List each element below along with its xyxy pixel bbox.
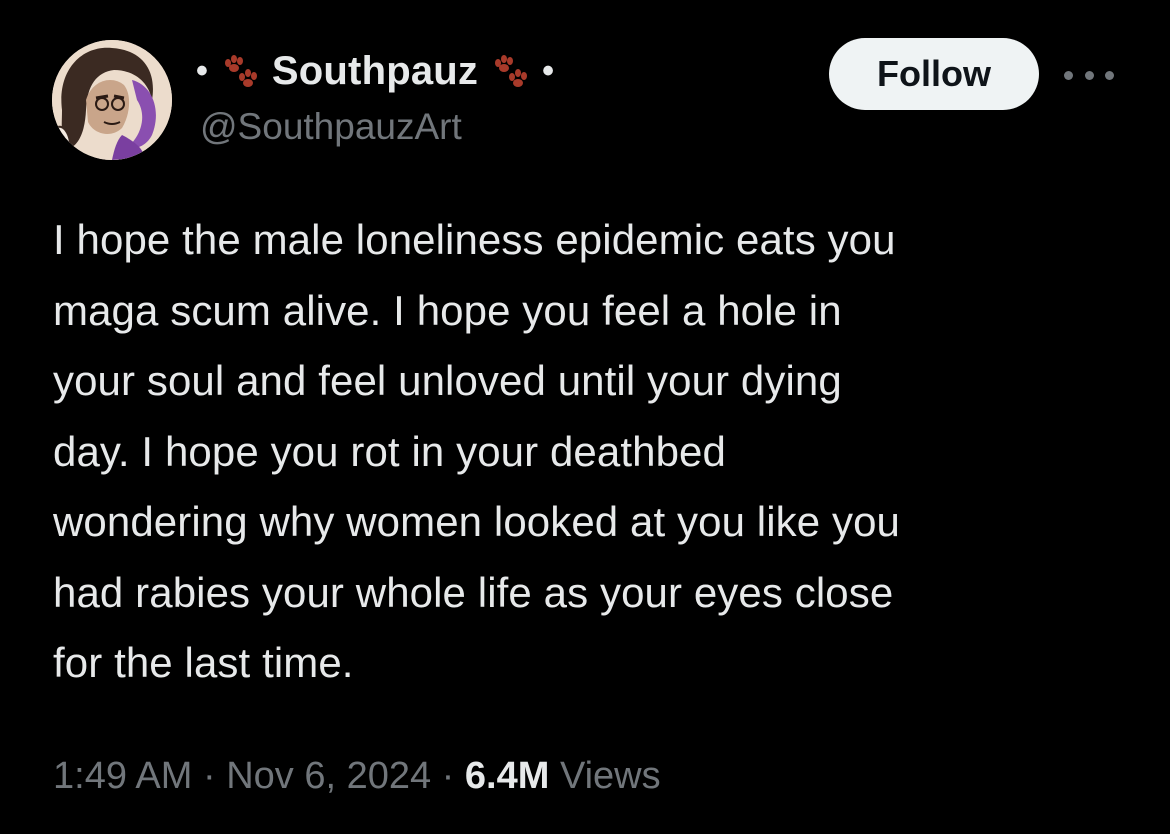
tweet-text: I hope the male loneliness epidemic eats… (53, 205, 1143, 699)
name-decoration-dot: • (196, 52, 208, 90)
paw-prints-icon (224, 55, 257, 87)
name-decoration-dot: • (542, 52, 555, 90)
tweet-text-line: maga scum alive. I hope you feel a hole … (53, 286, 842, 334)
more-dot (1084, 70, 1094, 80)
more-dot (1064, 70, 1073, 80)
tweet-text-line: for the last time. (53, 639, 354, 686)
tweet-meta: 1:49 AM · Nov 6, 2024 · 6.4M Views (53, 755, 661, 798)
paw-prints-icon (495, 55, 528, 87)
tweet-date[interactable]: Nov 6, 2024 (226, 755, 431, 797)
views-label: Views (549, 755, 661, 797)
more-dot (1105, 70, 1114, 80)
avatar-illustration (52, 40, 172, 160)
follow-button[interactable]: Follow (829, 38, 1039, 110)
author-handle[interactable]: @SouthpauzArt (200, 106, 462, 148)
author-display-name[interactable]: Southpauz (272, 49, 478, 94)
views-count[interactable]: 6.4M (465, 755, 549, 797)
meta-separator: · (192, 755, 227, 797)
tweet-time[interactable]: 1:49 AM (53, 755, 192, 797)
tweet-text-line: day. I hope you rot in your deathbed (53, 427, 726, 475)
meta-separator: · (431, 755, 465, 797)
author-name-row[interactable]: • Southpauz • (196, 44, 554, 98)
tweet-text-line: your soul and feel unloved until your dy… (53, 357, 842, 404)
avatar[interactable] (52, 40, 172, 160)
more-horizontal-icon[interactable] (1064, 62, 1114, 88)
tweet-text-line: wondering why women looked at you like y… (53, 498, 901, 545)
tweet-text-line: had rabies your whole life as your eyes … (53, 568, 894, 616)
tweet-text-line: I hope the male loneliness epidemic eats… (53, 216, 896, 263)
